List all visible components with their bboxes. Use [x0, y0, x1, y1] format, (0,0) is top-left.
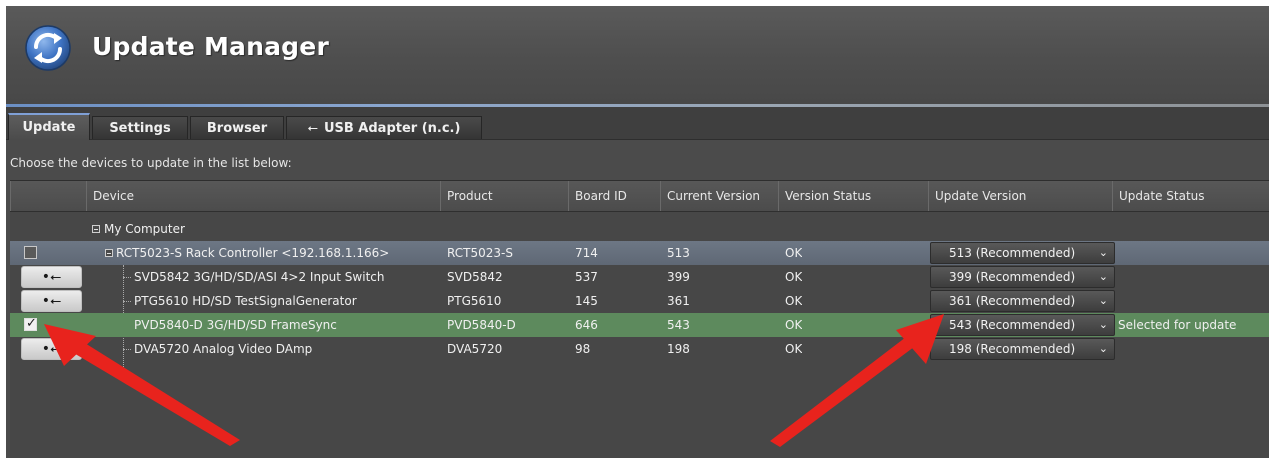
- update-version-dropdown[interactable]: 361 (Recommended) ⌄: [930, 290, 1115, 312]
- chevron-down-icon: ⌄: [1098, 342, 1108, 355]
- version-status-cell: OK: [785, 246, 803, 260]
- tab-browser[interactable]: Browser: [190, 116, 284, 139]
- tab-bar: Update Settings Browser ⭠ USB Adapter (n.…: [6, 107, 1269, 140]
- tab-browser-label: Browser: [206, 121, 268, 136]
- usb-connect-button[interactable]: •⭠: [21, 290, 82, 312]
- column-update-version[interactable]: Update Version: [928, 181, 1112, 211]
- select-checkbox[interactable]: [24, 246, 37, 259]
- usb-icon: •⭠: [41, 269, 62, 285]
- instructions-text: Choose the devices to update in the list…: [10, 156, 292, 170]
- column-product[interactable]: Product: [440, 181, 568, 211]
- table-row[interactable]: •⭠ DVA5720 Analog Video DAmp DVA5720 98 …: [10, 337, 1269, 361]
- refresh-circle-icon: [24, 24, 72, 72]
- usb-icon: ⭠: [307, 121, 318, 136]
- tab-usb-adapter[interactable]: ⭠ USB Adapter (n.c.): [286, 116, 482, 139]
- app-header: Update Manager: [6, 6, 1269, 104]
- table-row[interactable]: •⭠ SVD5842 3G/HD/SD/ASI 4>2 Input Switch…: [10, 265, 1269, 289]
- product-cell: PVD5840-D: [447, 318, 516, 332]
- version-status-cell: OK: [785, 342, 803, 356]
- version-status-cell: OK: [785, 294, 803, 308]
- usb-icon: •⭠: [41, 341, 62, 357]
- product-cell: SVD5842: [447, 270, 503, 284]
- chevron-down-icon: ⌄: [1098, 246, 1108, 259]
- device-cell: SVD5842 3G/HD/SD/ASI 4>2 Input Switch: [134, 270, 385, 284]
- tab-settings-label: Settings: [109, 121, 171, 136]
- column-board-id[interactable]: Board ID: [568, 181, 660, 211]
- chevron-down-icon: ⌄: [1098, 294, 1108, 307]
- update-version-dropdown[interactable]: 513 (Recommended) ⌄: [930, 242, 1115, 264]
- usb-connect-button[interactable]: •⭠: [21, 338, 82, 360]
- device-cell: DVA5720 Analog Video DAmp: [134, 342, 313, 356]
- tab-update[interactable]: Update: [8, 113, 90, 140]
- select-checkbox[interactable]: [24, 316, 37, 331]
- update-version-value: 361 (Recommended): [949, 294, 1076, 308]
- usb-connect-button[interactable]: •⭠: [21, 266, 82, 288]
- collapse-icon[interactable]: [92, 225, 100, 233]
- app-title: Update Manager: [92, 32, 329, 61]
- board-id-cell: 646: [575, 318, 598, 332]
- current-version-cell: 198: [667, 342, 690, 356]
- tab-update-label: Update: [22, 120, 76, 135]
- product-cell: PTG5610: [447, 294, 502, 308]
- column-current-version[interactable]: Current Version: [660, 181, 778, 211]
- column-version-status[interactable]: Version Status: [778, 181, 928, 211]
- update-version-dropdown[interactable]: 399 (Recommended) ⌄: [930, 266, 1115, 288]
- tab-usb-adapter-label: USB Adapter (n.c.): [323, 121, 461, 136]
- update-status-cell: Selected for update: [1118, 318, 1237, 332]
- update-version-dropdown[interactable]: 543 (Recommended) ⌄: [930, 314, 1115, 336]
- table-header: Device Product Board ID Current Version …: [10, 181, 1269, 212]
- table-row[interactable]: RCT5023-S Rack Controller <192.168.1.166…: [10, 241, 1269, 265]
- device-cell: RCT5023-S Rack Controller <192.168.1.166…: [116, 246, 390, 260]
- chevron-down-icon: ⌄: [1098, 270, 1108, 283]
- current-version-cell: 399: [667, 270, 690, 284]
- update-version-value: 198 (Recommended): [949, 342, 1076, 356]
- update-version-value: 399 (Recommended): [949, 270, 1076, 284]
- tree-connector: [123, 372, 131, 373]
- version-status-cell: OK: [785, 270, 803, 284]
- chevron-down-icon: ⌄: [1098, 318, 1108, 331]
- version-status-cell: OK: [785, 318, 803, 332]
- product-cell: RCT5023-S: [447, 246, 513, 260]
- tree-root-row[interactable]: My Computer: [10, 217, 1269, 241]
- board-id-cell: 537: [575, 270, 598, 284]
- board-id-cell: 145: [575, 294, 598, 308]
- update-version-dropdown[interactable]: 198 (Recommended) ⌄: [930, 338, 1115, 360]
- usb-icon: •⭠: [41, 293, 62, 309]
- current-version-cell: 543: [667, 318, 690, 332]
- tree-root-label: My Computer: [104, 222, 185, 236]
- update-version-value: 513 (Recommended): [949, 246, 1076, 260]
- update-manager-window: Update Manager Update Settings Browser ⭠…: [6, 6, 1269, 458]
- column-select: [10, 181, 86, 211]
- table-row[interactable]: PVD5840-D 3G/HD/SD FrameSync PVD5840-D 6…: [10, 313, 1269, 337]
- current-version-cell: 513: [667, 246, 690, 260]
- board-id-cell: 714: [575, 246, 598, 260]
- column-update-status[interactable]: Update Status: [1112, 181, 1269, 211]
- collapse-icon[interactable]: [105, 249, 113, 257]
- current-version-cell: 361: [667, 294, 690, 308]
- update-version-value: 543 (Recommended): [949, 318, 1076, 332]
- device-cell: PVD5840-D 3G/HD/SD FrameSync: [134, 318, 337, 332]
- tab-settings[interactable]: Settings: [92, 116, 188, 139]
- table-row[interactable]: •⭠ PTG5610 HD/SD TestSignalGenerator PTG…: [10, 289, 1269, 313]
- device-table: Device Product Board ID Current Version …: [10, 180, 1269, 458]
- product-cell: DVA5720: [447, 342, 503, 356]
- board-id-cell: 98: [575, 342, 591, 356]
- device-cell: PTG5610 HD/SD TestSignalGenerator: [134, 294, 357, 308]
- column-device[interactable]: Device: [86, 181, 440, 211]
